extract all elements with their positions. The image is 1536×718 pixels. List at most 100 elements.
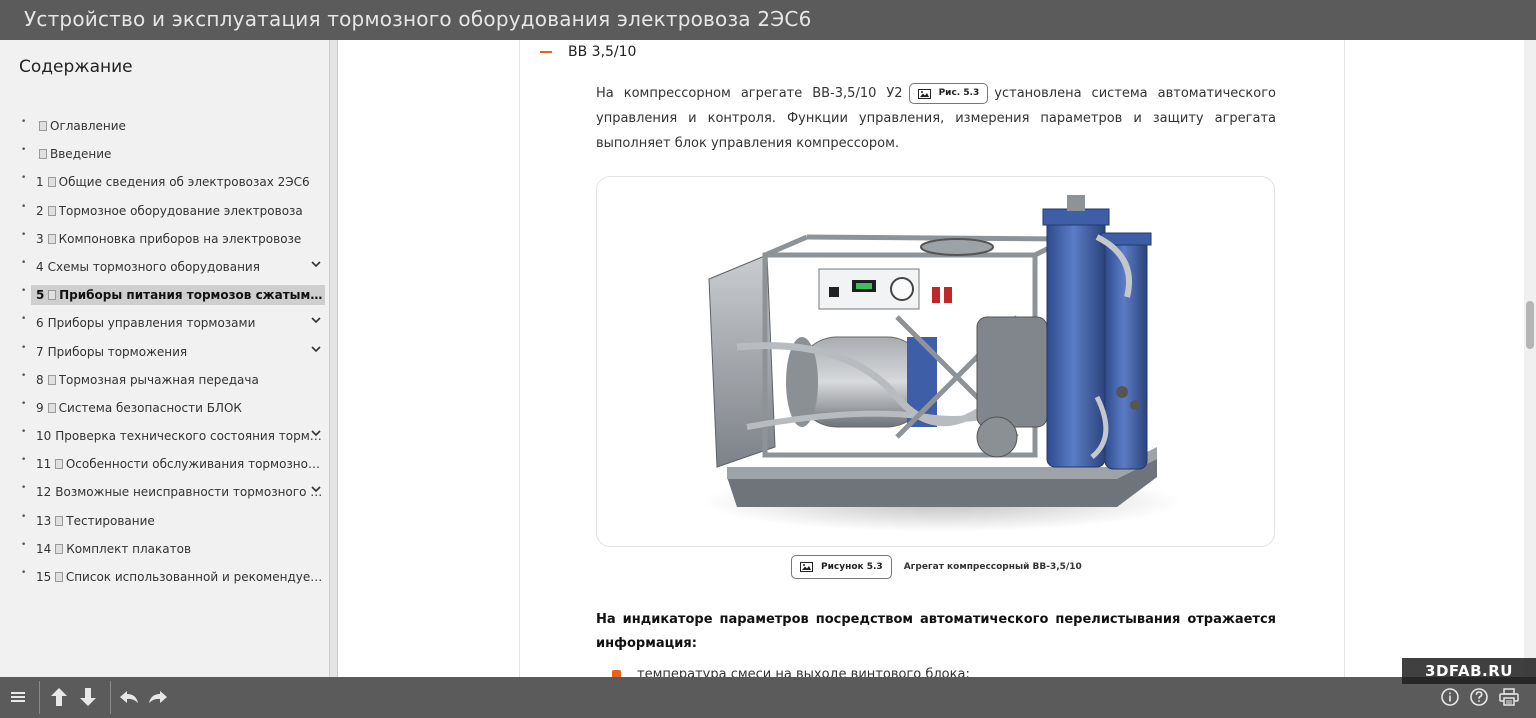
toc-item[interactable]: • 12 Возможные неисправности тормозного о.… [0, 480, 329, 508]
toc-item[interactable]: • 13 Тестирование [0, 509, 329, 537]
toc-heading: Содержание [19, 57, 133, 77]
toc-item-number: 11 [36, 457, 52, 472]
toc-item-number: 3 [36, 231, 44, 246]
document-icon [47, 233, 56, 244]
toc-item[interactable]: • 5 Приборы питания тормозов сжатым в... [0, 283, 329, 311]
toc-item-row[interactable]: 5 Приборы питания тормозов сжатым в... [31, 285, 325, 306]
toc-item[interactable]: • 10 Проверка технического состояния тормо… [0, 424, 329, 452]
redo-icon[interactable] [146, 685, 170, 709]
figure-image-frame[interactable] [596, 176, 1275, 547]
toc-item[interactable]: • 8 Тормозная рычажная передача [0, 368, 329, 396]
document-icon [39, 121, 47, 131]
toc-item-number: 1 [36, 175, 44, 190]
para-text-start: На компрессорном агрегате ВВ-3,5/10 У2 [596, 86, 903, 101]
toc-item-row[interactable]: 14 Комплект плакатов [31, 539, 325, 559]
toc-item[interactable]: • 14 Комплект плакатов [0, 537, 329, 565]
toc-item-label: Комплект плакатов [66, 541, 192, 556]
toc-item-row[interactable]: Оглавление [31, 116, 325, 136]
figure-caption-text: Агрегат компрессорный ВВ-3,5/10 [903, 562, 1082, 572]
chevron-down-icon[interactable] [311, 315, 321, 325]
arrow-down-icon[interactable] [76, 685, 100, 709]
chevron-down-icon[interactable] [311, 344, 321, 354]
document-page: ВВ 3,5/10 На компрессорном агрегате ВВ-3… [519, 40, 1345, 677]
chevron-down-icon[interactable] [311, 428, 321, 438]
toc-item[interactable]: • Введение [0, 142, 329, 170]
toc-item-row[interactable]: 15 Список использованной и рекомендуемой.… [31, 567, 325, 587]
toc-item-label: Компоновка приборов на электровозе [58, 231, 302, 246]
info-icon[interactable] [1438, 685, 1462, 709]
toc-item[interactable]: • 15 Список использованной и рекомендуемой… [0, 565, 329, 593]
toc-item-row[interactable]: 11 Особенности обслуживания тормозного о.… [31, 454, 325, 474]
toc-item[interactable]: • Оглавление [0, 114, 329, 142]
toc-item-row[interactable]: 13 Тестирование [31, 511, 325, 531]
document-icon [39, 149, 47, 160]
toc-item[interactable]: • 7 Приборы торможения [0, 340, 329, 368]
toc-item-number: 12 [36, 485, 52, 500]
collapse-icon[interactable] [540, 51, 552, 53]
toc-item-row[interactable]: 3 Компоновка приборов на электровозе [31, 229, 325, 249]
document-icon [55, 515, 64, 526]
bullet-icon: • [21, 342, 27, 353]
arrow-up-icon[interactable] [47, 685, 71, 709]
toc-item-label: Тормозная рычажная передача [58, 372, 259, 387]
toc-item-row[interactable]: 6 Приборы управления тормозами [31, 313, 325, 333]
toc-item[interactable]: • 11 Особенности обслуживания тормозного о… [0, 452, 329, 480]
image-icon [917, 88, 931, 99]
toc-item-number: 14 [36, 541, 52, 556]
watermark: 3DFAB.RU [1402, 658, 1536, 684]
bullet-icon: • [21, 145, 27, 156]
toc-item-row[interactable]: 2 Тормозное оборудование электровоза [31, 201, 325, 221]
sidebar-splitter[interactable] [330, 40, 338, 677]
toc-item-row[interactable]: 9 Система безопасности БЛОК [31, 398, 325, 418]
content-scrollbar[interactable] [1524, 40, 1536, 677]
figure-link-chip[interactable]: Рис. 5.3 [908, 83, 989, 104]
toc-item-row[interactable]: 10 Проверка технического состояния тормо.… [31, 426, 325, 446]
bullet-icon: • [21, 483, 27, 494]
toc-item-label: Схемы тормозного оборудования [47, 259, 260, 274]
toc-item-row[interactable]: 4 Схемы тормозного оборудования [31, 257, 325, 277]
bottom-toolbar [0, 677, 1536, 718]
help-icon[interactable] [1467, 685, 1491, 709]
toc-item-label: Оглавление [50, 119, 126, 133]
menu-icon[interactable] [6, 685, 30, 709]
bullet-icon: • [21, 173, 27, 184]
print-icon[interactable] [1497, 685, 1521, 709]
toc-item-number: 10 [36, 429, 52, 444]
intro-paragraph: На компрессорном агрегате ВВ-3,5/10 У2 Ри… [596, 81, 1276, 156]
toc-list: • Оглавление • Введение • 1 Общие сведения об … [0, 114, 329, 593]
toc-item-row[interactable]: 1 Общие сведения об электровозах 2ЭС6 [31, 172, 325, 192]
content-area: ВВ 3,5/10 На компрессорном агрегате ВВ-3… [339, 40, 1524, 677]
toc-item-number: 2 [36, 203, 44, 218]
bullet-icon: • [21, 539, 27, 550]
toc-item[interactable]: • 2 Тормозное оборудование электровоза [0, 199, 329, 227]
bullet-icon: • [21, 286, 27, 297]
toc-item-row[interactable]: Введение [31, 144, 325, 164]
bullet-icon [612, 670, 621, 677]
toc-item-number: 13 [36, 513, 52, 528]
toc-item-row[interactable]: 7 Приборы торможения [31, 342, 325, 362]
toc-item[interactable]: • 4 Схемы тормозного оборудования [0, 255, 329, 283]
chevron-down-icon[interactable] [311, 259, 321, 269]
toc-item-label: Список использованной и рекомендуемой... [65, 570, 325, 584]
toolbar-separator [110, 681, 111, 714]
image-icon [800, 562, 813, 572]
toc-item[interactable]: • 9 Система безопасности БЛОК [0, 396, 329, 424]
bullet-icon: • [21, 568, 27, 578]
document-icon [47, 177, 56, 188]
toc-item-row[interactable]: 8 Тормозная рычажная передача [31, 370, 325, 390]
toc-item-number: 6 [36, 316, 44, 331]
toc-item[interactable]: • 3 Компоновка приборов на электровозе [0, 227, 329, 255]
toc-item-row[interactable]: 12 Возможные неисправности тормозного о..… [31, 482, 325, 502]
section-header[interactable]: ВВ 3,5/10 [540, 44, 636, 60]
toc-item-label: Тестирование [66, 513, 155, 528]
toc-item-label: Приборы торможения [47, 344, 188, 359]
toc-item-number: 9 [36, 400, 44, 415]
chevron-down-icon[interactable] [311, 484, 321, 494]
section-title: ВВ 3,5/10 [568, 44, 637, 60]
undo-icon[interactable] [117, 685, 141, 709]
toc-item-label: Приборы питания тормозов сжатым в... [59, 288, 325, 303]
toc-item[interactable]: • 6 Приборы управления тормозами [0, 311, 329, 339]
toc-item[interactable]: • 1 Общие сведения об электровозах 2ЭС6 [0, 170, 329, 198]
figure-number-chip[interactable]: Рисунок 5.3 [791, 555, 892, 579]
scrollbar-thumb[interactable] [1526, 301, 1534, 349]
